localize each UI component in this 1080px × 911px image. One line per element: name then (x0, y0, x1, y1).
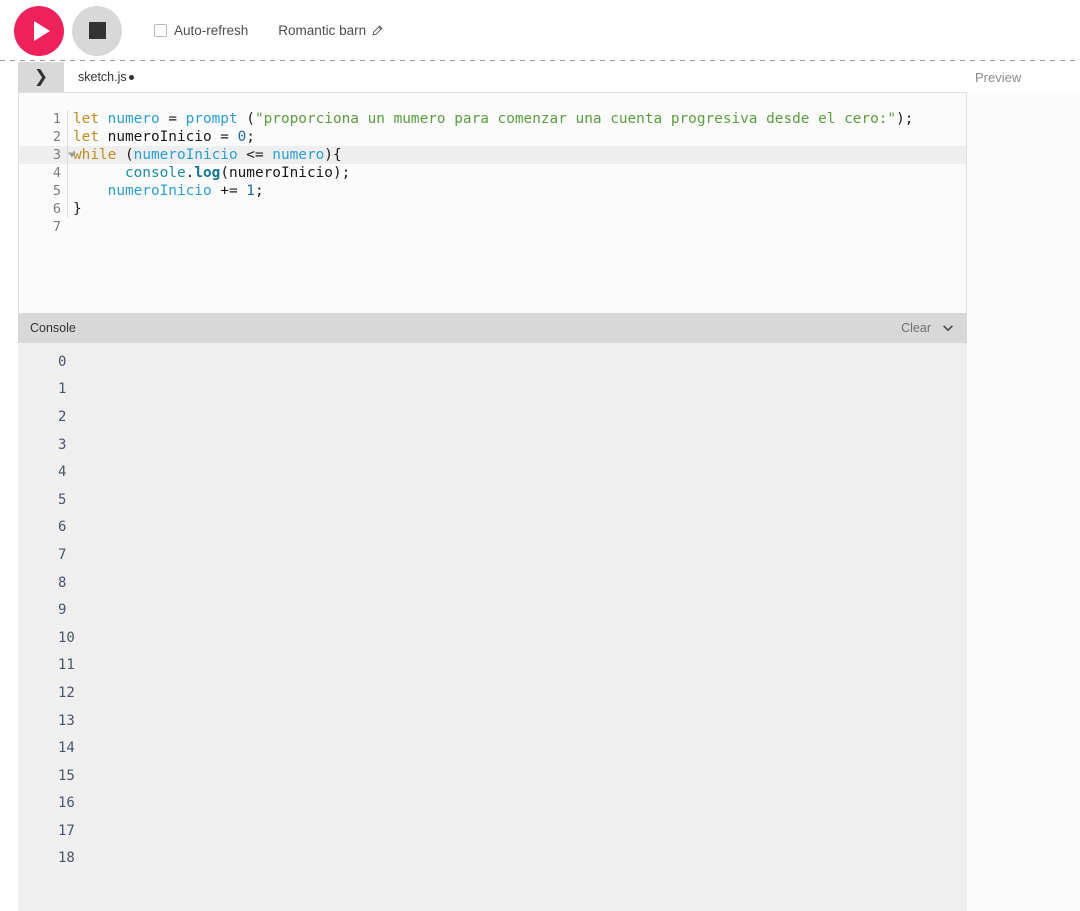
code-token: } (73, 201, 82, 217)
console-row: 2 (58, 408, 67, 425)
console-title: Console (30, 321, 76, 335)
code-text[interactable]: let numeroInicio = 0; (67, 128, 255, 146)
code-token: numeroInicio (133, 147, 247, 163)
chevron-right-icon: ❯ (33, 66, 49, 87)
console-header: Console Clear (18, 313, 967, 343)
file-tabbar: ❯ sketch.js (0, 62, 967, 92)
chevron-down-icon[interactable] (941, 321, 955, 335)
code-token: let (73, 111, 108, 127)
toolbar: Auto-refresh Romantic barn (0, 0, 1080, 61)
console-row: 1 (58, 381, 67, 398)
code-line[interactable]: 3 while (numeroInicio <= numero){ (19, 146, 966, 164)
code-token: (numeroInicio); (220, 165, 351, 181)
line-number: 3 (19, 146, 76, 164)
code-line[interactable]: 5 numeroInicio += 1; (19, 182, 966, 200)
line-number: 7 (52, 219, 61, 235)
line-number: 2 (52, 129, 61, 145)
code-line[interactable]: 7 (19, 218, 966, 236)
sketch-name-field[interactable]: Romantic barn (278, 23, 383, 38)
console-row: 16 (58, 795, 75, 812)
code-token: prompt (185, 111, 247, 127)
console-row: 12 (58, 684, 75, 701)
code-token: ( (246, 111, 255, 127)
console-output[interactable]: 0 1 2 3 4 5 6 7 8 9 10 11 12 13 14 15 16 17 18 (18, 343, 967, 911)
file-tab-label: sketch.js (78, 70, 127, 84)
code-line[interactable]: 1 let numero = prompt ("proporciona un mu… (19, 110, 966, 128)
code-token: ; (246, 129, 255, 145)
code-editor[interactable]: 1 let numero = prompt ("proporciona un mu… (18, 92, 967, 313)
line-number: 6 (52, 201, 61, 217)
code-token: ( (124, 147, 134, 163)
toolbar-divider (0, 60, 1080, 61)
code-token: = (220, 129, 238, 145)
console-row: 5 (58, 491, 67, 508)
code-token: ); (896, 111, 914, 127)
code-token: ; (254, 183, 264, 199)
unsaved-changes-icon (128, 74, 134, 80)
console-row: 10 (58, 629, 75, 646)
code-token: numero (272, 147, 325, 163)
sidebar-toggle-button[interactable]: ❯ (18, 62, 64, 92)
console-row: 18 (58, 850, 75, 867)
console-row: 0 (58, 353, 67, 370)
code-token: <= (246, 147, 273, 163)
code-text[interactable]: } (67, 200, 82, 218)
line-number: 5 (52, 183, 61, 199)
code-text[interactable]: while (numeroInicio <= numero){ (67, 146, 342, 164)
code-token: while (73, 147, 125, 163)
code-token: 1 (246, 183, 255, 199)
code-text[interactable]: numeroInicio += 1; (67, 182, 264, 200)
console-row: 13 (58, 712, 75, 729)
code-token: console (124, 165, 186, 181)
console-actions: Clear (901, 321, 955, 335)
code-line[interactable]: 2 let numeroInicio = 0; (19, 128, 966, 146)
console-row: 11 (58, 657, 75, 674)
fold-arrow-icon[interactable] (68, 152, 76, 158)
pencil-icon[interactable] (371, 24, 383, 37)
code-token: numero (107, 111, 169, 127)
preview-label: Preview (975, 70, 1022, 85)
code-text[interactable]: console.log(numeroInicio); (67, 164, 350, 182)
code-line[interactable]: 6} (19, 200, 966, 218)
code-token: ){ (324, 147, 342, 163)
console-row: 17 (58, 822, 75, 839)
console-row: 7 (58, 546, 67, 563)
console-row: 8 (58, 574, 67, 591)
console-row: 14 (58, 740, 75, 757)
clear-console-button[interactable]: Clear (901, 321, 931, 335)
code-token: numeroInicio (107, 129, 221, 145)
line-number: 4 (52, 165, 61, 181)
console-row: 3 (58, 436, 67, 453)
line-number: 1 (52, 111, 61, 127)
code-token: . (185, 165, 195, 181)
console-row: 6 (58, 519, 67, 536)
sketch-name-label: Romantic barn (278, 23, 367, 38)
auto-refresh-label: Auto-refresh (174, 23, 249, 38)
p5-web-editor: Auto-refresh Romantic barn ❯ sketch.js P… (0, 0, 1080, 911)
console-row: 9 (58, 602, 67, 619)
auto-refresh-toggle[interactable]: Auto-refresh (154, 23, 248, 38)
stop-button[interactable] (72, 5, 122, 56)
code-token: log (194, 165, 221, 181)
preview-pane (967, 92, 1080, 911)
code-token: = (168, 111, 186, 127)
play-button[interactable] (14, 5, 64, 56)
code-token: 0 (237, 129, 247, 145)
code-token: "proporciona un mumero para comenzar una… (254, 111, 897, 127)
console-row: 4 (58, 464, 67, 481)
code-token: numeroInicio (107, 183, 221, 199)
code-text[interactable]: let numero = prompt ("proporciona un mum… (67, 110, 913, 128)
code-lines[interactable]: 1 let numero = prompt ("proporciona un mu… (19, 93, 966, 236)
code-line[interactable]: 4 console.log(numeroInicio); (19, 164, 966, 182)
code-token: += (220, 183, 247, 199)
auto-refresh-checkbox[interactable] (154, 24, 167, 37)
stop-icon (88, 22, 106, 39)
console-row: 15 (58, 767, 75, 784)
code-token: let (73, 129, 108, 145)
play-icon (33, 20, 50, 41)
file-tab-sketch-js[interactable]: sketch.js (64, 62, 148, 92)
